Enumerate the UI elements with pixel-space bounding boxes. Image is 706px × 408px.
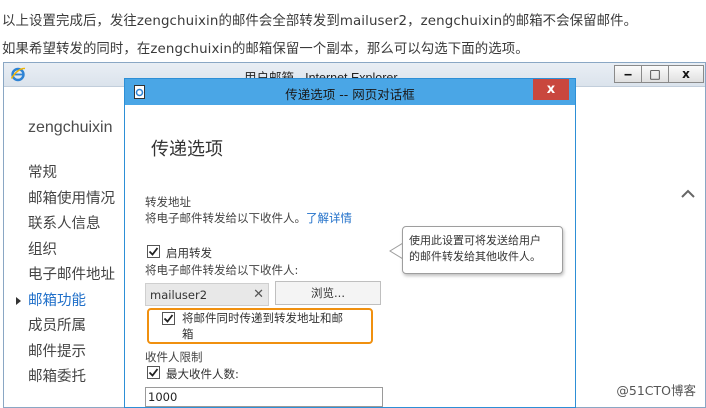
forwarding-help: 将电子邮件转发给以下收件人。	[145, 211, 306, 225]
watermark: @51CTO博客	[616, 383, 696, 398]
forward-recipient-chip[interactable]: mailuser2 ✕	[145, 283, 269, 306]
tooltip-line2: 的邮件转发给其他收件人。	[409, 250, 541, 263]
enable-forwarding-checkbox[interactable]	[147, 245, 160, 258]
deliver-both-checkbox[interactable]	[162, 312, 175, 325]
nav-item-email-address[interactable]: 电子邮件地址	[28, 263, 115, 289]
nav-item-label: 邮箱功能	[28, 292, 86, 309]
nav-item-label: 邮件提示	[28, 343, 86, 360]
deliver-both-label: 将邮件同时传递到转发地址和邮 箱	[182, 310, 343, 342]
max-recipients-checkbox[interactable]	[147, 366, 160, 379]
nav-item-contact-info[interactable]: 联系人信息	[28, 212, 115, 238]
maximize-button[interactable]: □	[641, 65, 669, 83]
forward-to-label: 将电子邮件转发给以下收件人:	[145, 263, 299, 277]
forwarding-section-label: 转发地址	[145, 195, 191, 209]
nav-item-organization[interactable]: 组织	[28, 238, 115, 264]
tooltip-line1: 使用此设置可将发送给用户	[409, 234, 541, 247]
learn-more-link[interactable]: 了解详情	[306, 211, 352, 225]
nav-item-general[interactable]: 常规	[28, 161, 115, 187]
max-recipients-input[interactable]: 1000	[145, 387, 383, 407]
nav-item-label: 联系人信息	[28, 216, 101, 232]
tutorial-caption-line1: 以上设置完成后，发往zengchuixin的邮件会全部转发到mailuser2，…	[2, 14, 638, 29]
dialog-titlebar[interactable]: 传递选项 -- 网页对话框 x	[125, 79, 575, 105]
dialog-heading: 传递选项	[151, 139, 223, 160]
max-recipients-label: 最大收件人数:	[166, 367, 239, 381]
nav-item-label: 邮箱使用情况	[28, 190, 115, 207]
left-nav: 常规 邮箱使用情况 联系人信息 组织 电子邮件地址 邮箱功能 成员所属 邮件提示…	[16, 161, 115, 391]
browse-button[interactable]: 浏览...	[275, 281, 381, 305]
chevron-up-icon[interactable]	[680, 187, 696, 199]
dialog-title: 传递选项 -- 网页对话框	[285, 87, 415, 102]
forwarding-tooltip: 使用此设置可将发送给用户 的邮件转发给其他收件人。	[402, 226, 563, 274]
nav-item-label: 组织	[28, 241, 57, 258]
minimize-button[interactable]: ‒	[614, 65, 642, 83]
internet-explorer-icon	[10, 67, 26, 82]
selected-arrow-icon	[16, 296, 21, 305]
checkmark-icon	[148, 247, 159, 256]
tooltip-pointer-icon	[389, 242, 403, 260]
nav-item-label: 邮箱委托	[28, 369, 86, 385]
nav-item-mail-tips[interactable]: 邮件提示	[28, 340, 115, 366]
nav-item-mailbox-features[interactable]: 邮箱功能	[16, 289, 115, 315]
dialog-close-button[interactable]: x	[533, 79, 569, 100]
nav-item-mailbox-usage[interactable]: 邮箱使用情况	[28, 187, 115, 213]
recipient-limit-section-label: 收件人限制	[145, 350, 203, 364]
nav-item-label: 电子邮件地址	[28, 267, 115, 283]
deliver-both-label-line2: 箱	[182, 327, 194, 341]
forwarding-help-text: 将电子邮件转发给以下收件人。了解详情	[145, 210, 352, 226]
deliver-both-label-line1: 将邮件同时传递到转发地址和邮	[182, 311, 343, 325]
nav-item-member-of[interactable]: 成员所属	[28, 314, 115, 340]
tutorial-caption-line2: 如果希望转发的同时，在zengchuixin的邮箱保留一个副本，那么可以勾选下面…	[2, 42, 529, 57]
delivery-options-dialog: 传递选项 -- 网页对话框 x 传递选项 转发地址 将电子邮件转发给以下收件人。…	[124, 78, 576, 408]
nav-item-mailbox-delegation[interactable]: 邮箱委托	[28, 365, 115, 391]
nav-item-label: 成员所属	[28, 318, 86, 334]
account-name: zengchuixin	[28, 119, 113, 136]
checkmark-icon	[148, 368, 159, 377]
window-close-button[interactable]: x	[668, 65, 704, 83]
checkmark-icon	[163, 314, 174, 323]
remove-icon[interactable]: ✕	[253, 287, 264, 302]
forward-recipient-name: mailuser2	[150, 288, 208, 302]
nav-item-label: 常规	[28, 165, 57, 181]
enable-forwarding-label: 启用转发	[166, 246, 212, 260]
